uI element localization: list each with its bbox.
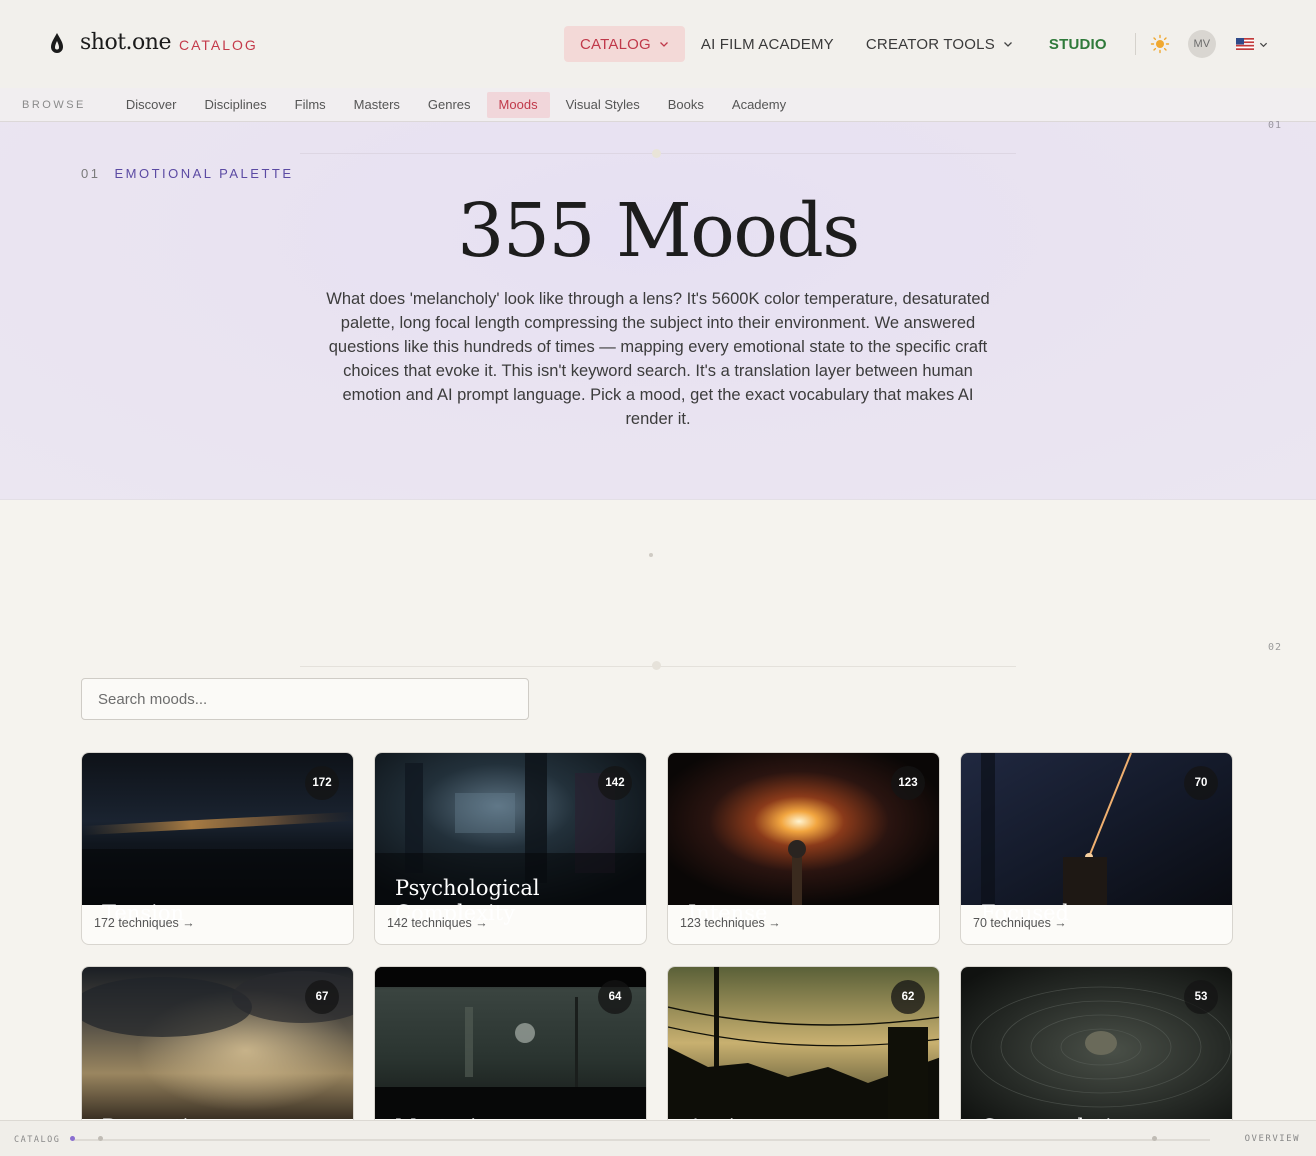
timeline-left-label: CATALOG — [14, 1135, 61, 1145]
mood-card-intense[interactable]: 123 Intense 123 techniques → — [667, 752, 940, 945]
subnav-item-masters[interactable]: Masters — [342, 92, 412, 118]
sun-icon[interactable] — [1150, 34, 1170, 54]
avatar-initials: MV — [1193, 38, 1211, 50]
chevron-down-icon — [1003, 42, 1012, 47]
main-nav: CATALOG AI FILM ACADEMY CREATOR TOOLS ST… — [564, 26, 1268, 62]
subnav-item-academy[interactable]: Academy — [720, 92, 798, 118]
hero-description: What does 'melancholy' look like through… — [326, 290, 990, 428]
subnav-item-genres[interactable]: Genres — [416, 92, 483, 118]
nav-ai-film-academy[interactable]: AI FILM ACADEMY — [685, 26, 850, 62]
top-header: shot.one CATALOG CATALOG AI FILM ACADEMY… — [0, 0, 1316, 88]
subnav-item-books[interactable]: Books — [656, 92, 716, 118]
hero-section: 01 01 EMOTIONAL PALETTE 355 Moods What d… — [0, 120, 1316, 500]
section-marker — [652, 149, 661, 158]
locale-selector[interactable] — [1235, 38, 1268, 50]
section-number: 02 — [1267, 642, 1282, 653]
nav-catalog[interactable]: CATALOG — [564, 26, 685, 62]
scroll-timeline: CATALOG OVERVIEW — [0, 1120, 1316, 1156]
logo[interactable]: shot.one CATALOG — [50, 30, 258, 55]
mood-card-tension[interactable]: 172 Tension 172 techniques → — [81, 752, 354, 945]
decorative-dot — [649, 553, 653, 557]
nav-divider — [1134, 33, 1136, 55]
nav-catalog-label: CATALOG — [580, 35, 651, 53]
technique-count-badge: 70 — [1184, 766, 1218, 800]
techniques-link[interactable]: 70 techniques → — [973, 916, 1067, 930]
eyebrow-text: EMOTIONAL PALETTE — [114, 166, 294, 181]
technique-count-badge: 67 — [305, 980, 339, 1014]
technique-count-badge: 172 — [305, 766, 339, 800]
mood-card-psychological-complexity[interactable]: 142 Psychological Complexity 142 techniq… — [374, 752, 647, 945]
eyebrow-number: 01 — [81, 166, 101, 181]
technique-count-badge: 123 — [891, 766, 925, 800]
drop-logo-icon — [51, 32, 63, 53]
brand-section: CATALOG — [178, 36, 258, 53]
subnav-item-visual-styles[interactable]: Visual Styles — [554, 92, 652, 118]
techniques-link[interactable]: 142 techniques → — [387, 916, 488, 930]
brand-name: shot.one — [80, 30, 171, 55]
subnav-item-discover[interactable]: Discover — [114, 92, 189, 118]
mood-card-focused[interactable]: 70 Focused 70 techniques → — [960, 752, 1233, 945]
avatar[interactable]: MV — [1187, 30, 1216, 58]
us-flag-icon — [1235, 38, 1254, 50]
subnav-item-films[interactable]: Films — [283, 92, 338, 118]
nav-studio-label: STUDIO — [1048, 35, 1107, 53]
nav-ai-film-academy-label: AI FILM ACADEMY — [700, 35, 834, 53]
chevron-down-icon — [659, 42, 668, 47]
technique-count-badge: 64 — [598, 980, 632, 1014]
technique-count-badge: 53 — [1184, 980, 1218, 1014]
timeline-marker[interactable] — [98, 1136, 103, 1141]
subnav-item-moods[interactable]: Moods — [486, 91, 550, 118]
timeline-current-marker[interactable] — [70, 1136, 75, 1141]
subnav-item-disciplines[interactable]: Disciplines — [192, 92, 278, 118]
hero-eyebrow: 01 EMOTIONAL PALETTE — [81, 166, 294, 181]
nav-creator-tools[interactable]: CREATOR TOOLS — [850, 26, 1029, 62]
browse-subnav: BROWSE Discover Disciplines Films Master… — [0, 88, 1316, 122]
page-title: 355 Moods — [457, 188, 860, 274]
techniques-link[interactable]: 123 techniques → — [680, 916, 781, 930]
timeline-right-label: OVERVIEW — [1244, 1134, 1300, 1144]
technique-count-badge: 62 — [891, 980, 925, 1014]
timeline-track[interactable] — [72, 1139, 1210, 1141]
nav-studio[interactable]: STUDIO — [1029, 26, 1123, 62]
nav-creator-tools-label: CREATOR TOOLS — [865, 35, 995, 53]
chevron-down-icon — [1259, 42, 1267, 47]
technique-count-badge: 142 — [598, 766, 632, 800]
section-marker — [652, 661, 661, 670]
section-number: 01 — [1267, 120, 1282, 131]
timeline-marker[interactable] — [1152, 1136, 1157, 1141]
subnav-label: BROWSE — [22, 98, 86, 111]
techniques-link[interactable]: 172 techniques → — [94, 916, 195, 930]
search-moods-input[interactable] — [81, 678, 529, 720]
